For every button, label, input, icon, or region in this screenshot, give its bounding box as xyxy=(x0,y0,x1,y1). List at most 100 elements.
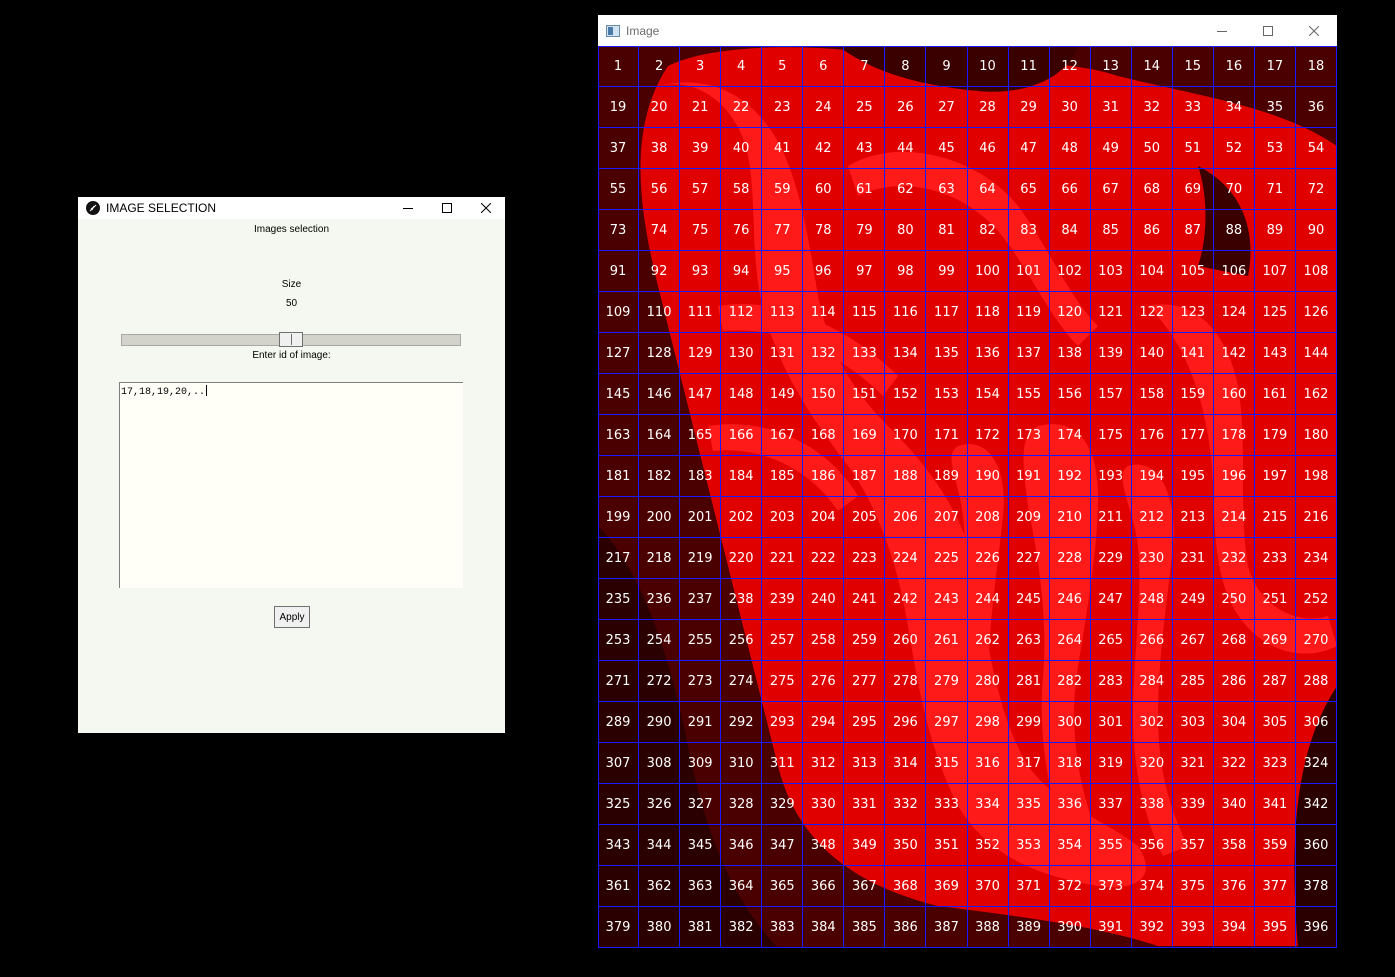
grid-cell[interactable]: 24 xyxy=(803,87,845,128)
grid-cell[interactable]: 85 xyxy=(1090,210,1132,251)
grid-cell[interactable]: 2 xyxy=(639,46,681,87)
grid-cell[interactable]: 78 xyxy=(803,210,845,251)
grid-cell[interactable]: 334 xyxy=(967,784,1009,825)
grid-cell[interactable]: 247 xyxy=(1090,579,1132,620)
grid-cell[interactable]: 65 xyxy=(1008,169,1050,210)
grid-cell[interactable]: 175 xyxy=(1090,415,1132,456)
grid-cell[interactable]: 266 xyxy=(1131,620,1173,661)
grid-cell[interactable]: 305 xyxy=(1254,702,1296,743)
grid-cell[interactable]: 231 xyxy=(1172,538,1214,579)
grid-cell[interactable]: 103 xyxy=(1090,251,1132,292)
grid-cell[interactable]: 287 xyxy=(1254,661,1296,702)
grid-cell[interactable]: 14 xyxy=(1131,46,1173,87)
grid-cell[interactable]: 33 xyxy=(1172,87,1214,128)
grid-cell[interactable]: 383 xyxy=(762,907,804,948)
minimize-button[interactable] xyxy=(388,197,427,219)
grid-cell[interactable]: 185 xyxy=(762,456,804,497)
grid-cell[interactable]: 120 xyxy=(1049,292,1091,333)
grid-cell[interactable]: 54 xyxy=(1295,128,1337,169)
grid-cell[interactable]: 60 xyxy=(803,169,845,210)
grid-cell[interactable]: 34 xyxy=(1213,87,1255,128)
grid-cell[interactable]: 326 xyxy=(639,784,681,825)
maximize-button[interactable] xyxy=(427,197,466,219)
grid-cell[interactable]: 141 xyxy=(1172,333,1214,374)
grid-cell[interactable]: 249 xyxy=(1172,579,1214,620)
grid-cell[interactable]: 114 xyxy=(803,292,845,333)
grid-cell[interactable]: 233 xyxy=(1254,538,1296,579)
grid-cell[interactable]: 242 xyxy=(885,579,927,620)
grid-cell[interactable]: 364 xyxy=(721,866,763,907)
grid-cell[interactable]: 135 xyxy=(926,333,968,374)
grid-cell[interactable]: 20 xyxy=(639,87,681,128)
grid-cell[interactable]: 137 xyxy=(1008,333,1050,374)
grid-cell[interactable]: 9 xyxy=(926,46,968,87)
grid-cell[interactable]: 198 xyxy=(1295,456,1337,497)
grid-cell[interactable]: 234 xyxy=(1295,538,1337,579)
grid-cell[interactable]: 333 xyxy=(926,784,968,825)
grid-cell[interactable]: 289 xyxy=(598,702,640,743)
grid-cell[interactable]: 374 xyxy=(1131,866,1173,907)
close-button[interactable] xyxy=(1291,15,1337,46)
grid-cell[interactable]: 115 xyxy=(844,292,886,333)
grid-cell[interactable]: 186 xyxy=(803,456,845,497)
grid-cell[interactable]: 118 xyxy=(967,292,1009,333)
grid-cell[interactable]: 71 xyxy=(1254,169,1296,210)
grid-cell[interactable]: 357 xyxy=(1172,825,1214,866)
grid-cell[interactable]: 148 xyxy=(721,374,763,415)
grid-cell[interactable]: 261 xyxy=(926,620,968,661)
grid-cell[interactable]: 169 xyxy=(844,415,886,456)
grid-cell[interactable]: 146 xyxy=(639,374,681,415)
grid-cell[interactable]: 246 xyxy=(1049,579,1091,620)
image-canvas[interactable]: 1 2 3 4 5 6 7 8 9 10 11 12 13 14 15 16 17 18 19 20 21 22 23 24 2… xyxy=(598,46,1337,948)
grid-cell[interactable]: 351 xyxy=(926,825,968,866)
grid-cell[interactable]: 229 xyxy=(1090,538,1132,579)
grid-cell[interactable]: 149 xyxy=(762,374,804,415)
grid-cell[interactable]: 297 xyxy=(926,702,968,743)
grid-cell[interactable]: 267 xyxy=(1172,620,1214,661)
grid-cell[interactable]: 350 xyxy=(885,825,927,866)
grid-cell[interactable]: 147 xyxy=(680,374,722,415)
grid-cell[interactable]: 296 xyxy=(885,702,927,743)
grid-cell[interactable]: 256 xyxy=(721,620,763,661)
grid-cell[interactable]: 31 xyxy=(1090,87,1132,128)
grid-cell[interactable]: 68 xyxy=(1131,169,1173,210)
grid-cell[interactable]: 166 xyxy=(721,415,763,456)
grid-cell[interactable]: 325 xyxy=(598,784,640,825)
grid-cell[interactable]: 7 xyxy=(844,46,886,87)
grid-cell[interactable]: 187 xyxy=(844,456,886,497)
grid-cell[interactable]: 194 xyxy=(1131,456,1173,497)
grid-cell[interactable]: 156 xyxy=(1049,374,1091,415)
grid-cell[interactable]: 390 xyxy=(1049,907,1091,948)
grid-cell[interactable]: 253 xyxy=(598,620,640,661)
grid-cell[interactable]: 319 xyxy=(1090,743,1132,784)
grid-cell[interactable]: 315 xyxy=(926,743,968,784)
grid-cell[interactable]: 300 xyxy=(1049,702,1091,743)
grid-cell[interactable]: 394 xyxy=(1213,907,1255,948)
grid-cell[interactable]: 43 xyxy=(844,128,886,169)
grid-cell[interactable]: 81 xyxy=(926,210,968,251)
grid-cell[interactable]: 282 xyxy=(1049,661,1091,702)
grid-cell[interactable]: 192 xyxy=(1049,456,1091,497)
grid-cell[interactable]: 240 xyxy=(803,579,845,620)
grid-cell[interactable]: 111 xyxy=(680,292,722,333)
grid-cell[interactable]: 58 xyxy=(721,169,763,210)
grid-cell[interactable]: 318 xyxy=(1049,743,1091,784)
grid-cell[interactable]: 5 xyxy=(762,46,804,87)
grid-cell[interactable]: 235 xyxy=(598,579,640,620)
grid-cell[interactable]: 280 xyxy=(967,661,1009,702)
grid-cell[interactable]: 271 xyxy=(598,661,640,702)
grid-cell[interactable]: 337 xyxy=(1090,784,1132,825)
grid-cell[interactable]: 341 xyxy=(1254,784,1296,825)
grid-cell[interactable]: 215 xyxy=(1254,497,1296,538)
grid-cell[interactable]: 388 xyxy=(967,907,1009,948)
grid-cell[interactable]: 264 xyxy=(1049,620,1091,661)
grid-cell[interactable]: 342 xyxy=(1295,784,1337,825)
grid-cell[interactable]: 64 xyxy=(967,169,1009,210)
grid-cell[interactable]: 51 xyxy=(1172,128,1214,169)
grid-cell[interactable]: 56 xyxy=(639,169,681,210)
grid-cell[interactable]: 59 xyxy=(762,169,804,210)
grid-cell[interactable]: 189 xyxy=(926,456,968,497)
grid-cell[interactable]: 26 xyxy=(885,87,927,128)
grid-cell[interactable]: 340 xyxy=(1213,784,1255,825)
grid-cell[interactable]: 11 xyxy=(1008,46,1050,87)
